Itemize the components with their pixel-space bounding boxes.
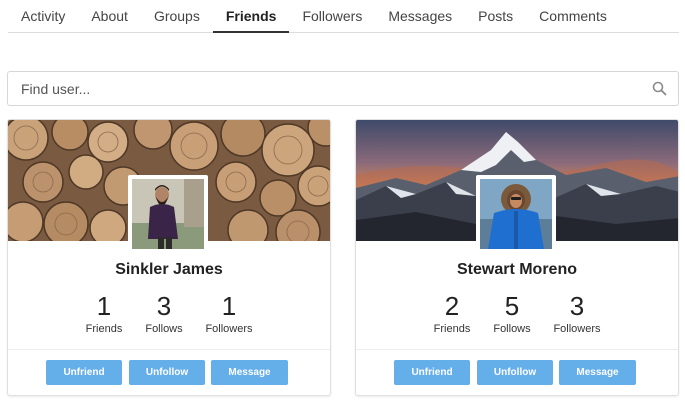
divider (8, 349, 330, 350)
followers-count: 1 (221, 291, 237, 321)
tab-friends[interactable]: Friends (212, 0, 290, 33)
avatar[interactable] (128, 175, 208, 253)
tab-messages[interactable]: Messages (375, 0, 465, 33)
search-input[interactable] (8, 72, 638, 105)
friend-name[interactable]: Stewart Moreno (356, 261, 678, 279)
profile-tabs: Activity About Groups Friends Followers … (8, 0, 679, 33)
friend-card: Stewart Moreno 2 Friends 5 Follows 3 Fol… (355, 119, 679, 396)
unfollow-button[interactable]: Unfollow (477, 360, 553, 385)
avatar[interactable] (476, 175, 556, 253)
search-icon[interactable] (652, 81, 667, 96)
tab-groups[interactable]: Groups (141, 0, 213, 33)
tab-comments[interactable]: Comments (526, 0, 620, 33)
unfriend-button[interactable]: Unfriend (46, 360, 122, 385)
find-user-search (7, 71, 679, 106)
stat-followers: 3 Followers (537, 291, 617, 335)
friend-card: Sinkler James 1 Friends 3 Follows 1 Foll… (7, 119, 331, 396)
tab-activity[interactable]: Activity (8, 0, 78, 33)
followers-label: Followers (205, 323, 253, 335)
friend-name[interactable]: Sinkler James (8, 261, 330, 279)
tab-followers[interactable]: Followers (289, 0, 375, 33)
friend-actions: Unfriend Unfollow Message (8, 360, 330, 386)
followers-label: Followers (553, 323, 601, 335)
message-button[interactable]: Message (559, 360, 636, 385)
tab-posts[interactable]: Posts (465, 0, 526, 33)
friend-actions: Unfriend Unfollow Message (356, 360, 678, 386)
stat-followers: 1 Followers (189, 291, 269, 335)
tab-about[interactable]: About (78, 0, 141, 33)
message-button[interactable]: Message (211, 360, 288, 385)
divider (356, 349, 678, 350)
unfriend-button[interactable]: Unfriend (394, 360, 470, 385)
unfollow-button[interactable]: Unfollow (129, 360, 205, 385)
followers-count: 3 (569, 291, 585, 321)
